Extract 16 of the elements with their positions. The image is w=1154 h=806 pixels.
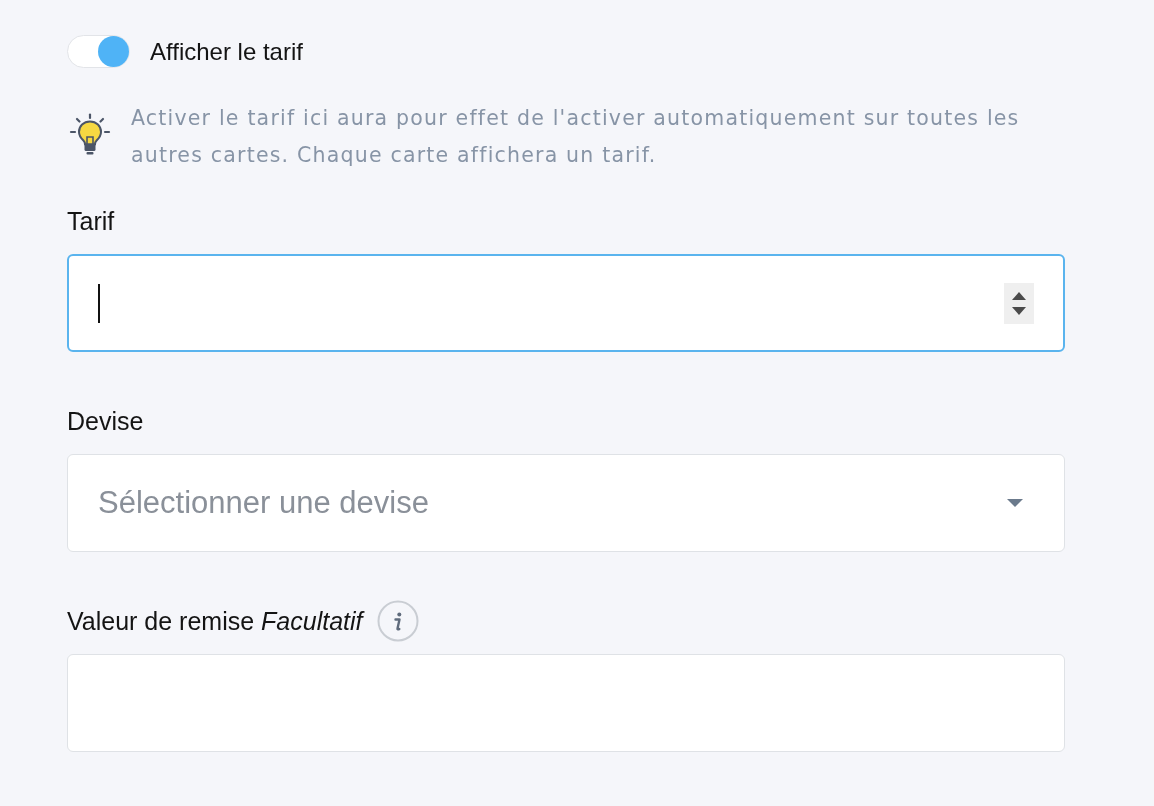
field-label: Valeur de remise Facultatif — [67, 606, 363, 636]
number-input[interactable] — [67, 254, 1065, 352]
hint-text: Activer le tarif ici aura pour effet de l'activer automatiquement sur toutes les autres cartes. Chaque carte affichera un tarif. — [131, 105, 1021, 169]
toggle-label: Afficher le tarif — [150, 36, 303, 67]
text-input[interactable] — [67, 654, 1065, 752]
field-label: Tarif — [67, 206, 115, 236]
light-bulb-icon — [69, 113, 111, 157]
text-cursor-icon — [98, 283, 100, 323]
up-triangle-icon[interactable] — [1012, 291, 1026, 300]
field-label: Devise — [67, 406, 144, 436]
caret-down-icon — [1007, 499, 1023, 507]
down-triangle-icon[interactable] — [1012, 306, 1026, 315]
toggle-switch[interactable] — [67, 35, 130, 68]
dropdown-select[interactable]: Sélectionner une devise — [67, 454, 1065, 552]
info-icon[interactable] — [376, 600, 419, 642]
stepper-control[interactable] — [1004, 282, 1034, 324]
